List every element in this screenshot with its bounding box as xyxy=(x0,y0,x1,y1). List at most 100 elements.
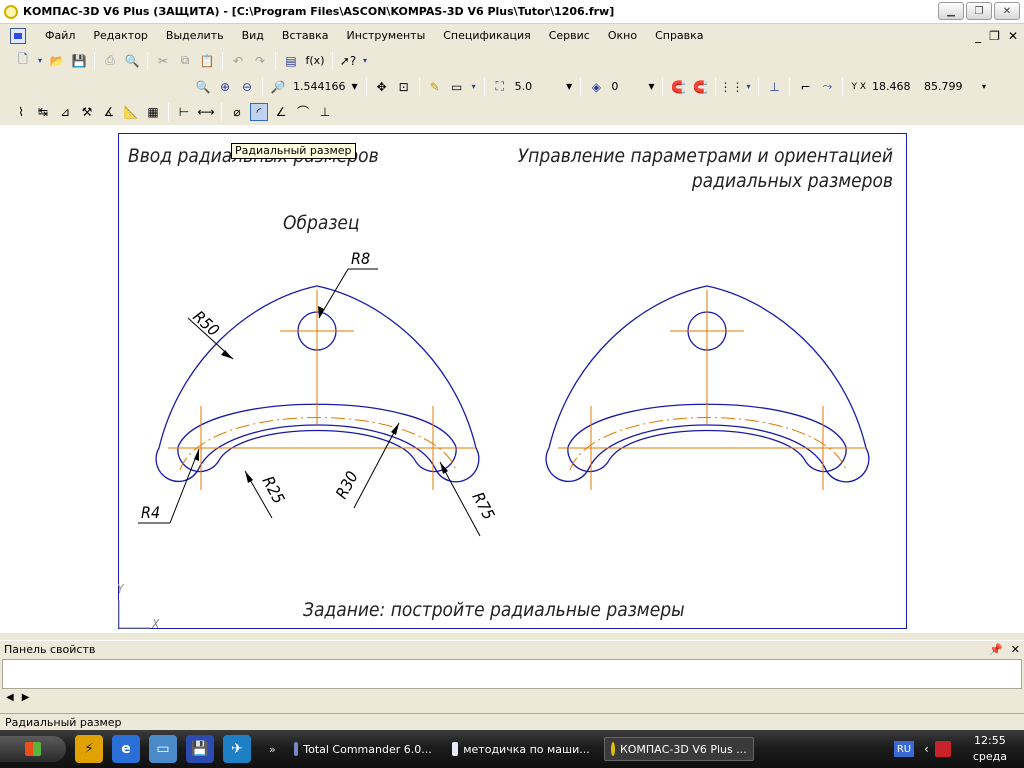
designations-icon[interactable]: ⊿ xyxy=(56,103,74,121)
local-cs-icon[interactable]: ⊥ xyxy=(765,78,783,96)
doc-close-button[interactable]: ✕ xyxy=(1008,29,1018,43)
menu-editor[interactable]: Редактор xyxy=(84,25,157,47)
taskbar: ⚡ e ▭ 💾 ✈ » Total Commander 6.0... метод… xyxy=(0,730,1024,768)
zoom-scale-icon[interactable]: 🔎 xyxy=(269,78,287,96)
menu-help[interactable]: Справка xyxy=(646,25,712,47)
step-icon[interactable]: ⛶ xyxy=(491,78,509,96)
linear-dimension-icon[interactable]: ⊢ xyxy=(175,103,193,121)
kompas-icon xyxy=(610,742,615,756)
menu-select[interactable]: Выделить xyxy=(157,25,233,47)
network-icon[interactable]: ✈ xyxy=(223,735,251,763)
drawing-canvas[interactable]: Ввод радиальных размеров Управление пара… xyxy=(0,125,1024,633)
cut-icon[interactable]: ✂ xyxy=(154,52,172,70)
internet-explorer-icon[interactable]: e xyxy=(112,735,140,763)
doc-restore-button[interactable]: ❐ xyxy=(989,29,1000,43)
properties-panel-title: Панель свойств xyxy=(4,643,96,656)
fx-variables-button[interactable]: f(x) xyxy=(304,52,326,70)
title-bar: КОМПАС-3D V6 Plus (ЗАЩИТА) - [C:\Program… xyxy=(0,0,1024,24)
menu-specification[interactable]: Спецификация xyxy=(434,25,539,47)
task-word-document[interactable]: методичка по маши... xyxy=(446,737,596,761)
maximize-button[interactable]: ❐ xyxy=(966,2,992,20)
context-help-icon[interactable]: ➚? xyxy=(339,52,357,70)
print-preview-icon[interactable]: 🔍 xyxy=(123,52,141,70)
manager-icon[interactable]: ▤ xyxy=(282,52,300,70)
coordinate-x-field[interactable]: 18.468 xyxy=(872,80,924,93)
view-state-icon[interactable]: ▭ xyxy=(448,78,466,96)
tray-expand-icon[interactable]: ‹ xyxy=(924,742,929,756)
arc-dimension-icon[interactable]: ⌒ xyxy=(294,103,312,121)
redo-icon[interactable]: ↷ xyxy=(251,52,269,70)
menu-file[interactable]: Файл xyxy=(36,25,84,47)
zoom-window-icon[interactable]: 🔍 xyxy=(194,78,212,96)
new-document-icon[interactable]: 🗋 xyxy=(14,52,32,70)
pin-icon[interactable]: 📌 xyxy=(989,643,1003,656)
select-icon[interactable]: ▦ xyxy=(144,103,162,121)
round-icon[interactable]: ⤳ xyxy=(818,78,836,96)
editing-icon[interactable]: ⚒ xyxy=(78,103,96,121)
antivirus-icon[interactable] xyxy=(934,741,951,757)
snap-magnet-icon[interactable]: 🧲 xyxy=(669,78,687,96)
language-indicator[interactable]: RU xyxy=(894,741,914,757)
pan-icon[interactable]: ✥ xyxy=(373,78,391,96)
scroll-right-icon[interactable]: ▶ xyxy=(22,692,30,703)
panel-close-icon[interactable]: ✕ xyxy=(1011,643,1020,656)
radial-dimension-icon[interactable]: ◜ xyxy=(250,102,268,121)
menu-tools[interactable]: Инструменты xyxy=(338,25,435,47)
desktop-icon[interactable]: ▭ xyxy=(149,735,177,763)
coordinate-y-field[interactable]: 85.799 xyxy=(924,80,976,93)
quicklaunch-more-icon[interactable]: » xyxy=(269,743,276,756)
start-button[interactable] xyxy=(0,736,66,762)
height-dimension-icon[interactable]: ⊥ xyxy=(316,103,334,121)
clock-day: среда xyxy=(972,750,1007,763)
layer-combo[interactable]: 0 ▼ xyxy=(607,78,658,96)
measure-icon[interactable]: 📐 xyxy=(122,103,140,121)
chevron-down-icon: ▼ xyxy=(648,82,655,91)
zoom-in-icon[interactable]: ⊕ xyxy=(216,78,234,96)
view-dropdown-icon[interactable]: ▾ xyxy=(470,78,478,96)
clock[interactable]: 12:55 среда xyxy=(973,733,1007,765)
show-all-icon[interactable]: ⊡ xyxy=(395,78,413,96)
grid-icon[interactable]: ⋮⋮ xyxy=(719,78,743,96)
new-dropdown-icon[interactable]: ▾ xyxy=(36,52,44,70)
dim-r50-label: R50 xyxy=(189,307,223,340)
local-snap-icon[interactable]: 🧲 xyxy=(691,78,709,96)
minimize-button[interactable]: ▁ xyxy=(938,2,964,20)
open-folder-icon[interactable]: 📂 xyxy=(48,52,66,70)
layer-icon[interactable]: ◈ xyxy=(587,78,605,96)
angular-dimension-icon[interactable]: ∠ xyxy=(272,103,290,121)
title-right-line2: радиальных размеров xyxy=(691,170,893,192)
dim-r30-line xyxy=(353,422,400,509)
linear-dimension-2-icon[interactable]: ⟷ xyxy=(197,103,215,121)
close-button[interactable]: ✕ xyxy=(994,2,1020,20)
menu-window[interactable]: Окно xyxy=(599,25,646,47)
winamp-icon[interactable]: ⚡ xyxy=(75,735,103,763)
kompas-app-icon[interactable] xyxy=(4,4,18,19)
floppy-icon[interactable]: 💾 xyxy=(186,735,214,763)
task-kompas[interactable]: КОМПАС-3D V6 Plus ... xyxy=(603,737,754,761)
chevron-down-icon: ▾ xyxy=(982,82,987,91)
geometry-icon[interactable]: ⌇ xyxy=(12,103,30,121)
print-icon[interactable]: ⎙ xyxy=(101,52,119,70)
task-total-commander[interactable]: Total Commander 6.0... xyxy=(288,737,438,761)
copy-icon[interactable]: ⧉ xyxy=(176,52,194,70)
dimensions-icon[interactable]: ↹ xyxy=(34,103,52,121)
doc-minimize-button[interactable]: _ xyxy=(975,29,981,43)
ortho-icon[interactable]: ⌐ xyxy=(796,78,814,96)
menu-view[interactable]: Вид xyxy=(233,25,273,47)
document-icon[interactable] xyxy=(10,28,26,44)
undo-icon[interactable]: ↶ xyxy=(229,52,247,70)
diameter-dimension-icon[interactable]: ⌀ xyxy=(228,103,246,121)
step-combo[interactable]: 5.0 ▼ xyxy=(511,78,577,96)
separator xyxy=(418,77,420,96)
menu-service[interactable]: Сервис xyxy=(540,25,599,47)
redraw-icon[interactable]: ✎ xyxy=(426,78,444,96)
paste-icon[interactable]: 📋 xyxy=(198,52,216,70)
zoom-out-icon[interactable]: ⊖ xyxy=(238,78,256,96)
parametrization-icon[interactable]: ∡ xyxy=(100,103,118,121)
save-icon[interactable]: 💾 xyxy=(70,52,88,70)
help-dropdown-icon[interactable]: ▾ xyxy=(361,52,369,70)
menu-insert[interactable]: Вставка xyxy=(273,25,338,47)
zoom-combo[interactable]: 1.544166 ▼ xyxy=(289,78,362,96)
grid-dropdown-icon[interactable]: ▾ xyxy=(744,78,752,96)
scroll-left-icon[interactable]: ◀ xyxy=(6,692,14,703)
